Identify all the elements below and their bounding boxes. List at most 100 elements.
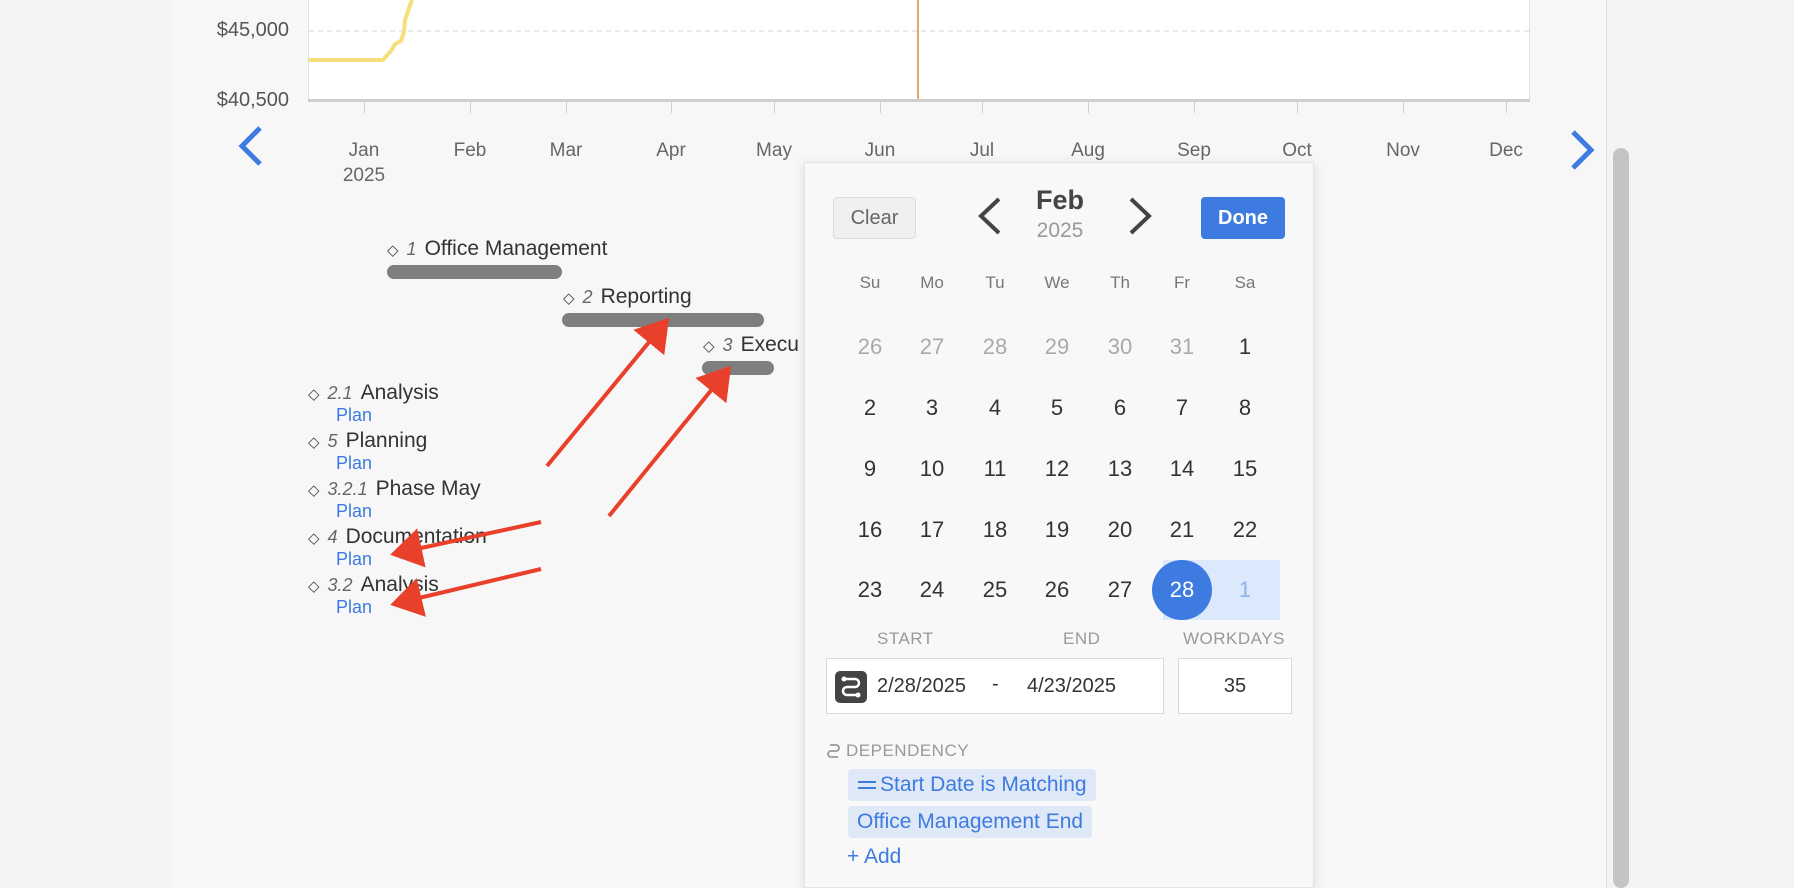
dependency-target-chip[interactable]: Office Management End <box>848 806 1093 838</box>
task-number: 1 <box>406 239 417 259</box>
budget-chart <box>308 0 1531 101</box>
task-reporting[interactable]: ◇ 2 Reporting <box>563 285 692 309</box>
task-phase-may[interactable]: ◇ 3.2.1 Phase May <box>308 477 481 501</box>
calendar-day[interactable]: 11 <box>964 439 1026 499</box>
calendar-day[interactable]: 20 <box>1089 500 1151 560</box>
calendar-day[interactable]: 1 <box>1214 317 1276 377</box>
task-analysis-3-2[interactable]: ◇ 3.2 Analysis <box>308 573 439 597</box>
tick <box>1194 101 1195 113</box>
workdays-label: WORKDAYS <box>1183 629 1285 648</box>
date-picker-popup: Clear Feb 2025 Done Su Mo Tu We Th Fr Sa… <box>804 162 1314 888</box>
month-label: Jan <box>348 140 380 161</box>
weekday-label: We <box>1044 273 1070 292</box>
month-label: Apr <box>656 140 686 161</box>
task-planning[interactable]: ◇ 5 Planning <box>308 429 427 453</box>
calendar-day[interactable]: 25 <box>964 560 1026 620</box>
task-bar-office-management[interactable] <box>387 265 562 279</box>
tick <box>1403 101 1404 113</box>
calendar-day[interactable]: 7 <box>1151 378 1213 438</box>
tick <box>671 101 672 113</box>
calendar-day[interactable]: 27 <box>901 317 963 377</box>
dependency-type-chip[interactable]: Start Date is Matching <box>848 769 1096 801</box>
timeline-next-button[interactable] <box>1569 128 1597 181</box>
calendar-day[interactable]: 4 <box>964 378 1026 438</box>
task-analysis-2-1[interactable]: ◇ 2.1 Analysis <box>308 381 439 405</box>
done-button[interactable]: Done <box>1201 197 1285 239</box>
task-number: 2 <box>582 287 593 307</box>
calendar-day[interactable]: 24 <box>901 560 963 620</box>
task-office-management[interactable]: ◇ 1 Office Management <box>387 237 607 261</box>
plan-link[interactable]: Plan <box>336 453 372 474</box>
calendar-day[interactable]: 16 <box>839 500 901 560</box>
calendar-day[interactable]: 27 <box>1089 560 1151 620</box>
calendar-day[interactable]: 6 <box>1089 378 1151 438</box>
task-number: 5 <box>327 431 338 451</box>
calendar-day[interactable]: 8 <box>1214 378 1276 438</box>
timeline-prev-button[interactable] <box>236 124 264 177</box>
task-bar-reporting[interactable] <box>562 313 764 327</box>
dependency-type-label: Start Date is Matching <box>880 773 1087 796</box>
calendar-day[interactable]: 5 <box>1026 378 1088 438</box>
calendar-day-selected[interactable]: 28 <box>1151 560 1213 620</box>
calendar-day[interactable]: 9 <box>839 439 901 499</box>
task-documentation[interactable]: ◇ 4 Documentation <box>308 525 487 549</box>
dependency-label: DEPENDENCY <box>846 741 970 760</box>
plan-link[interactable]: Plan <box>336 597 372 618</box>
task-name: Reporting <box>600 285 692 308</box>
calendar-day[interactable]: 1 <box>1214 560 1276 620</box>
calendar-day[interactable]: 29 <box>1026 317 1088 377</box>
workdays-input[interactable]: 35 <box>1178 658 1292 714</box>
calendar-day[interactable]: 31 <box>1151 317 1213 377</box>
calendar-day[interactable]: 26 <box>1026 560 1088 620</box>
task-name: Analysis <box>360 573 439 596</box>
calendar-day[interactable]: 21 <box>1151 500 1213 560</box>
milestone-diamond-icon: ◇ <box>387 242 399 259</box>
weekday-label: Su <box>859 273 881 292</box>
calendar-day[interactable]: 17 <box>901 500 963 560</box>
calendar-day[interactable]: 10 <box>901 439 963 499</box>
calendar-day[interactable]: 2 <box>839 378 901 438</box>
calendar-day[interactable]: 14 <box>1151 439 1213 499</box>
calendar-day[interactable]: 19 <box>1026 500 1088 560</box>
milestone-diamond-icon: ◇ <box>308 386 320 403</box>
calendar-day[interactable]: 13 <box>1089 439 1151 499</box>
plan-link[interactable]: Plan <box>336 501 372 522</box>
calendar-day[interactable]: 26 <box>839 317 901 377</box>
task-execution[interactable]: ◇ 3 Execu <box>703 333 799 357</box>
plan-link[interactable]: Plan <box>336 549 372 570</box>
calendar-day[interactable]: 15 <box>1214 439 1276 499</box>
clear-button[interactable]: Clear <box>833 197 916 239</box>
month-label: Oct <box>1282 140 1312 161</box>
selected-day-label: 28 <box>1152 560 1212 620</box>
calendar-day[interactable]: 28 <box>964 317 1026 377</box>
link-diamond-icon: ◇ <box>563 290 575 307</box>
task-name: Execu <box>740 333 799 356</box>
start-label: START <box>877 629 934 648</box>
month-label: May <box>756 140 792 161</box>
weekday-label: Tu <box>985 273 1005 292</box>
date-range-field[interactable]: 2/28/2025 - 4/23/2025 <box>826 658 1164 714</box>
calendar-day[interactable]: 12 <box>1026 439 1088 499</box>
task-name: Phase May <box>375 477 481 500</box>
next-month-button[interactable] <box>1119 191 1159 241</box>
year-label: 2025 <box>342 165 386 186</box>
calendar-day[interactable]: 23 <box>839 560 901 620</box>
task-name: Planning <box>345 429 428 452</box>
add-dependency-link[interactable]: + Add <box>847 845 901 869</box>
calendar-day[interactable]: 22 <box>1214 500 1276 560</box>
task-bar-execution[interactable] <box>702 361 774 375</box>
task-name: Analysis <box>360 381 439 404</box>
plan-link[interactable]: Plan <box>336 405 372 426</box>
calendar-day[interactable]: 18 <box>964 500 1026 560</box>
date-separator: - <box>992 673 999 695</box>
dependency-link-icon[interactable] <box>835 671 867 703</box>
month-label: Sep <box>1177 140 1211 161</box>
scrollbar-thumb[interactable] <box>1613 148 1629 888</box>
month-label: Feb <box>453 140 487 161</box>
calendar-day[interactable]: 3 <box>901 378 963 438</box>
end-date-value[interactable]: 4/23/2025 <box>1027 675 1116 698</box>
calendar-month: Feb <box>1035 185 1084 215</box>
calendar-day[interactable]: 30 <box>1089 317 1151 377</box>
month-label: Mar <box>549 140 583 161</box>
start-date-value[interactable]: 2/28/2025 <box>877 675 966 698</box>
